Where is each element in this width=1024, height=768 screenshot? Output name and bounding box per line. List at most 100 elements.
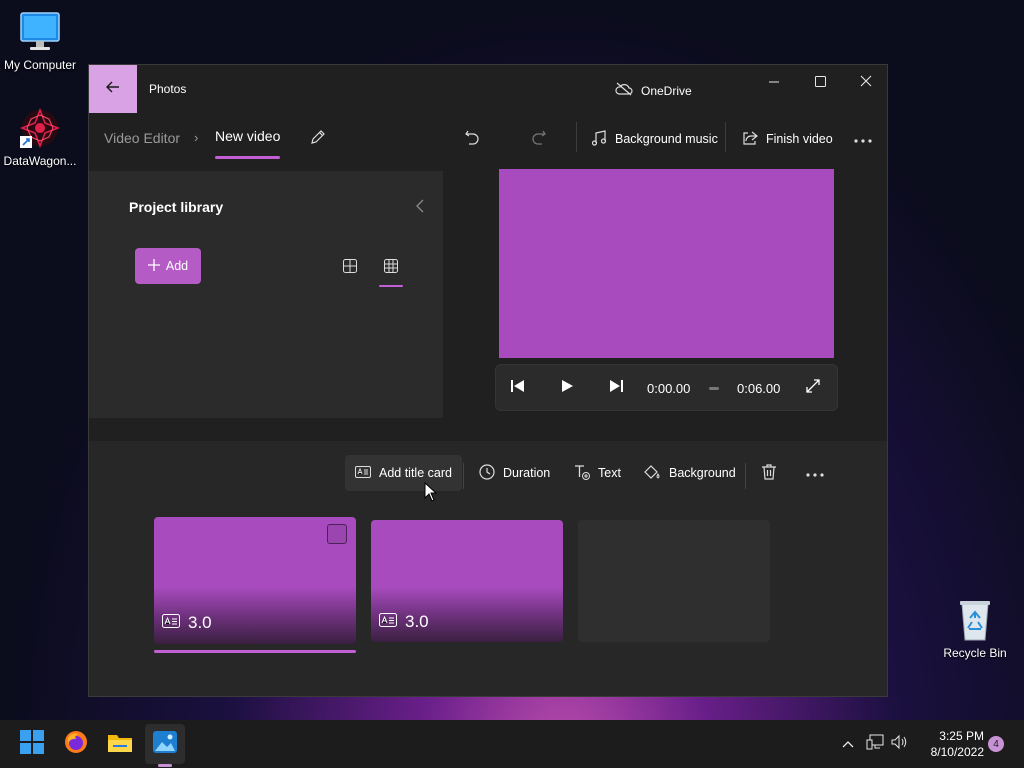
next-frame-button[interactable] [604,376,628,400]
undo-button[interactable] [458,125,486,153]
playback-controls: 0:00.00 0:06.00 [495,364,838,411]
clock-icon [479,463,495,483]
firefox-icon [64,730,88,759]
mouse-cursor-icon [424,481,438,507]
close-button[interactable] [843,65,887,99]
add-title-card-label: Add title card [379,466,452,480]
finish-video-button[interactable]: Finish video [742,125,833,153]
show-hidden-icons-button[interactable] [838,734,858,754]
project-library-title: Project library [129,199,224,215]
computer-icon [18,10,62,54]
background-button[interactable]: Background [633,455,746,491]
storyboard-clip-2[interactable]: 3.0 [371,520,563,642]
grid-large-icon [343,258,357,278]
desktop-icon-recycle-bin[interactable]: Recycle Bin [935,598,1015,660]
desktop-icon-datawagon[interactable]: DataWagon... [0,106,80,168]
divider [745,463,746,489]
text-label: Text [598,466,621,480]
taskbar-firefox[interactable] [56,724,96,764]
taskbar: 3:25 PM 8/10/2022 4 [0,720,1024,768]
text-add-icon [574,464,590,483]
network-button[interactable] [865,734,885,754]
small-grid-view-button[interactable] [378,255,404,281]
more-icon [806,466,824,480]
clock-date: 8/10/2022 [930,745,984,759]
active-app-indicator [158,764,172,767]
arrow-left-icon [105,79,121,100]
undo-icon [464,129,480,150]
breadcrumb-video-editor[interactable]: Video Editor [104,130,180,146]
taskbar-file-explorer[interactable] [100,724,140,764]
divider [576,122,577,152]
desktop-icon-label: My Computer [3,58,77,72]
divider [463,463,464,489]
windows-logo-icon [20,729,44,759]
clip-selected-indicator [154,650,356,653]
title-card-icon [162,613,180,633]
title-bar: Photos OneDrive [89,65,887,113]
collapse-library-button[interactable] [415,199,425,216]
close-icon [860,74,872,90]
delete-button[interactable] [751,455,787,491]
add-title-card-button[interactable]: Add title card [345,455,462,491]
paint-bucket-icon [643,464,661,483]
time-separator [709,387,719,390]
text-button[interactable]: Text [564,455,631,491]
fullscreen-button[interactable] [801,376,825,400]
storyboard-clip-1[interactable]: 3.0 [154,517,356,644]
play-button[interactable] [555,376,579,400]
play-icon [560,379,574,398]
onedrive-status[interactable]: OneDrive [615,82,692,99]
view-selected-indicator [379,285,403,287]
music-note-icon [591,129,607,149]
plus-icon [147,258,160,274]
app-title: Photos [149,82,187,96]
maximize-icon [814,74,826,90]
minimize-icon [769,74,779,90]
storyboard-more-button[interactable] [796,455,834,491]
finish-video-label: Finish video [766,132,833,146]
maximize-button[interactable] [797,65,843,99]
rename-button[interactable] [304,125,332,153]
duration-button[interactable]: Duration [469,455,560,491]
photos-icon [153,730,177,758]
chevron-up-icon [842,735,854,753]
project-library-panel: Project library Add [89,171,443,418]
video-preview[interactable] [499,169,834,358]
background-music-button[interactable]: Background music [591,125,718,153]
volume-button[interactable] [890,734,910,754]
clip-duration: 3.0 [188,613,212,632]
background-music-label: Background music [615,132,718,146]
more-icon [854,130,872,148]
recycle-bin-icon [953,598,997,642]
clip-select-checkbox[interactable] [327,524,347,544]
datawagon-icon [18,106,62,150]
notification-badge[interactable]: 4 [988,736,1004,752]
command-bar: Video Editor › New video Background musi… [89,113,887,165]
network-icon [866,734,884,755]
start-button[interactable] [12,724,52,764]
title-card-icon [355,465,371,481]
chevron-left-icon [415,199,425,216]
duration-label: Duration [503,466,551,480]
more-options-button[interactable] [849,125,877,153]
storyboard-empty-slot [578,520,770,642]
previous-frame-button[interactable] [506,376,530,400]
redo-button[interactable] [525,125,553,153]
clock-time: 3:25 PM [939,729,984,743]
back-button[interactable] [89,65,137,113]
add-label: Add [165,259,189,273]
taskbar-photos[interactable] [145,724,185,764]
desktop-icon-my-computer[interactable]: My Computer [0,10,80,72]
current-time: 0:00.00 [647,381,691,396]
minimize-button[interactable] [751,65,797,99]
step-forward-icon [609,379,623,398]
speaker-icon [891,734,909,755]
cloud-off-icon [615,82,633,99]
add-media-button[interactable]: Add [135,248,201,284]
taskbar-clock[interactable]: 3:25 PM 8/10/2022 [914,728,984,760]
photos-window: Photos OneDrive Video Editor › New video [88,64,888,697]
background-label: Background [669,466,736,480]
large-grid-view-button[interactable] [337,255,363,281]
redo-icon [531,129,547,150]
